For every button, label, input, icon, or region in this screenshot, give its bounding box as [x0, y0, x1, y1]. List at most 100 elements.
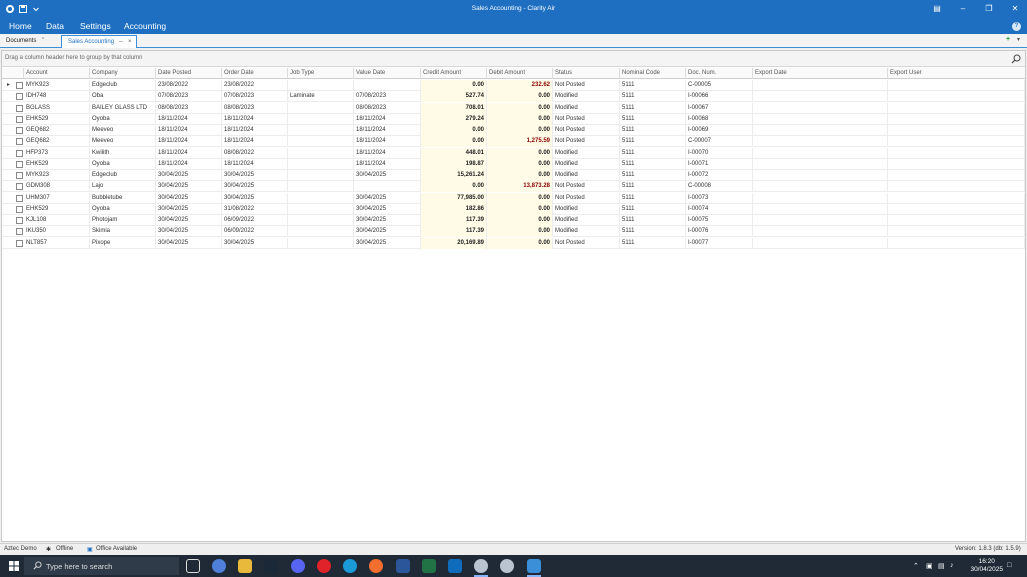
ribbon-display-icon[interactable]: ▤ — [930, 3, 944, 15]
cell-job-type[interactable] — [288, 192, 354, 204]
cell-value-date[interactable]: 08/08/2023 — [354, 102, 421, 114]
cell-credit-amount[interactable]: 527.74 — [421, 91, 487, 103]
cell-account[interactable]: HFP373 — [24, 147, 90, 159]
cell-nominal-code[interactable]: 5111 — [620, 102, 686, 114]
table-row[interactable]: EHK529 Oyoba 30/04/2025 31/08/2022 30/04/202… — [2, 203, 1025, 215]
tab-list-dropdown-icon[interactable]: ▾ — [1017, 36, 1020, 43]
cell-account[interactable]: GEQ682 — [24, 125, 90, 136]
excel-icon[interactable] — [422, 559, 436, 573]
cell-credit-amount[interactable]: 279.24 — [421, 113, 487, 125]
cell-value-date[interactable] — [354, 80, 421, 91]
cell-nominal-code[interactable]: 5111 — [620, 181, 686, 193]
cell-doc-num[interactable]: C-00007 — [686, 136, 753, 148]
row-select-checkbox[interactable] — [16, 217, 23, 224]
table-row[interactable]: IDH748 Oba 07/08/2023 07/08/2023 Laminate 07/… — [2, 91, 1025, 103]
row-select-checkbox[interactable] — [16, 115, 23, 123]
cell-date-posted[interactable]: 18/11/2024 — [156, 113, 222, 125]
header-job-type[interactable]: Job Type — [288, 68, 354, 79]
cell-nominal-code[interactable]: 5111 — [620, 125, 686, 136]
cell-export-date[interactable] — [753, 125, 888, 136]
cell-doc-num[interactable]: C-00008 — [686, 181, 753, 193]
cell-order-date[interactable]: 18/11/2024 — [222, 136, 288, 148]
table-row[interactable]: HFP373 Kwilith 18/11/2024 08/08/2022 18/11/2… — [2, 147, 1025, 159]
cell-company[interactable]: Photojam — [90, 215, 156, 226]
table-row[interactable]: GEQ682 Meeveo 18/11/2024 18/11/2024 18/11/20… — [2, 125, 1025, 137]
cell-company[interactable]: Meeveo — [90, 136, 156, 148]
cell-job-type[interactable] — [288, 215, 354, 226]
cell-debit-amount[interactable]: 0.00 — [487, 170, 553, 181]
cell-company[interactable]: Oba — [90, 91, 156, 103]
tray-chevron-icon[interactable]: ⌃ — [913, 562, 919, 570]
cell-account[interactable]: EHK529 — [24, 113, 90, 125]
table-row[interactable]: MYK923 Edgeclub 30/04/2025 30/04/2025 30/04/… — [2, 170, 1025, 182]
cell-export-date[interactable] — [753, 170, 888, 181]
cell-export-user[interactable] — [888, 113, 1025, 125]
cell-credit-amount[interactable]: 0.00 — [421, 125, 487, 136]
windows-start-icon[interactable] — [9, 561, 19, 571]
cell-order-date[interactable]: 07/08/2023 — [222, 91, 288, 103]
cell-value-date[interactable]: 30/04/2025 — [354, 237, 421, 249]
cell-company[interactable]: Edgeclub — [90, 170, 156, 181]
cell-account[interactable]: NLT857 — [24, 237, 90, 249]
row-select-checkbox[interactable] — [16, 82, 23, 89]
cell-nominal-code[interactable]: 5111 — [620, 91, 686, 103]
cell-job-type[interactable] — [288, 237, 354, 249]
cell-account[interactable]: EHK529 — [24, 203, 90, 215]
cell-credit-amount[interactable]: 15,261.24 — [421, 170, 487, 181]
cell-order-date[interactable]: 18/11/2024 — [222, 125, 288, 136]
cell-export-user[interactable] — [888, 147, 1025, 159]
offline-status[interactable]: Offline — [56, 546, 73, 552]
cell-status[interactable]: Not Posted — [553, 237, 620, 249]
cell-job-type[interactable] — [288, 136, 354, 148]
cell-debit-amount[interactable]: 0.00 — [487, 91, 553, 103]
cell-debit-amount[interactable]: 0.00 — [487, 203, 553, 215]
cell-account[interactable]: GDM308 — [24, 181, 90, 193]
cell-export-date[interactable] — [753, 113, 888, 125]
row-select-checkbox[interactable] — [16, 138, 23, 146]
cell-account[interactable]: MYK923 — [24, 170, 90, 181]
clarity-air-icon[interactable] — [474, 559, 488, 573]
header-export-date[interactable]: Export Date — [753, 68, 888, 79]
cell-export-user[interactable] — [888, 102, 1025, 114]
firefox-icon[interactable] — [369, 559, 383, 573]
steam-icon[interactable] — [264, 559, 278, 573]
table-row[interactable]: BGLASS BAILEY GLASS LTD 08/08/2023 08/08/20… — [2, 102, 1025, 114]
row-select-checkbox[interactable] — [16, 104, 23, 112]
cell-status[interactable]: Modified — [553, 147, 620, 159]
cell-date-posted[interactable]: 08/08/2023 — [156, 102, 222, 114]
cell-doc-num[interactable]: I-00077 — [686, 237, 753, 249]
cell-account[interactable]: IDH748 — [24, 91, 90, 103]
cell-credit-amount[interactable]: 20,169.89 — [421, 237, 487, 249]
taskbar-search-box[interactable]: Type here to search — [24, 557, 179, 575]
cell-credit-amount[interactable]: 0.00 — [421, 136, 487, 148]
cell-nominal-code[interactable]: 5111 — [620, 147, 686, 159]
row-select-checkbox[interactable] — [16, 160, 23, 168]
volume-icon[interactable]: ♪ — [950, 562, 954, 569]
group-panel[interactable]: Drag a column header here to group by th… — [2, 51, 1025, 67]
cell-order-date[interactable]: 08/08/2022 — [222, 147, 288, 159]
cell-account[interactable]: EHK529 — [24, 158, 90, 170]
cell-value-date[interactable]: 30/04/2025 — [354, 215, 421, 226]
cell-doc-num[interactable]: I-00070 — [686, 147, 753, 159]
cell-doc-num[interactable]: I-00075 — [686, 215, 753, 226]
row-select-checkbox[interactable] — [16, 228, 23, 236]
cell-status[interactable]: Modified — [553, 203, 620, 215]
cell-date-posted[interactable]: 18/11/2024 — [156, 158, 222, 170]
row-select-checkbox[interactable] — [16, 183, 23, 191]
cell-order-date[interactable]: 30/04/2025 — [222, 192, 288, 204]
menu-data[interactable]: Data — [46, 21, 64, 31]
cell-value-date[interactable]: 18/11/2024 — [354, 147, 421, 159]
cell-status[interactable]: Not Posted — [553, 80, 620, 91]
cell-export-user[interactable] — [888, 125, 1025, 136]
cell-export-date[interactable] — [753, 80, 888, 91]
cell-status[interactable]: Modified — [553, 226, 620, 238]
row-select-checkbox[interactable] — [16, 194, 23, 202]
cell-doc-num[interactable]: I-00072 — [686, 170, 753, 181]
menu-home[interactable]: Home — [9, 21, 32, 31]
cell-status[interactable]: Not Posted — [553, 125, 620, 136]
cell-value-date[interactable]: 30/04/2025 — [354, 203, 421, 215]
cell-doc-num[interactable]: I-00074 — [686, 203, 753, 215]
tab-documents[interactable]: Documents ‟ — [0, 35, 58, 48]
cell-export-user[interactable] — [888, 91, 1025, 103]
cell-order-date[interactable]: 30/04/2025 — [222, 237, 288, 249]
